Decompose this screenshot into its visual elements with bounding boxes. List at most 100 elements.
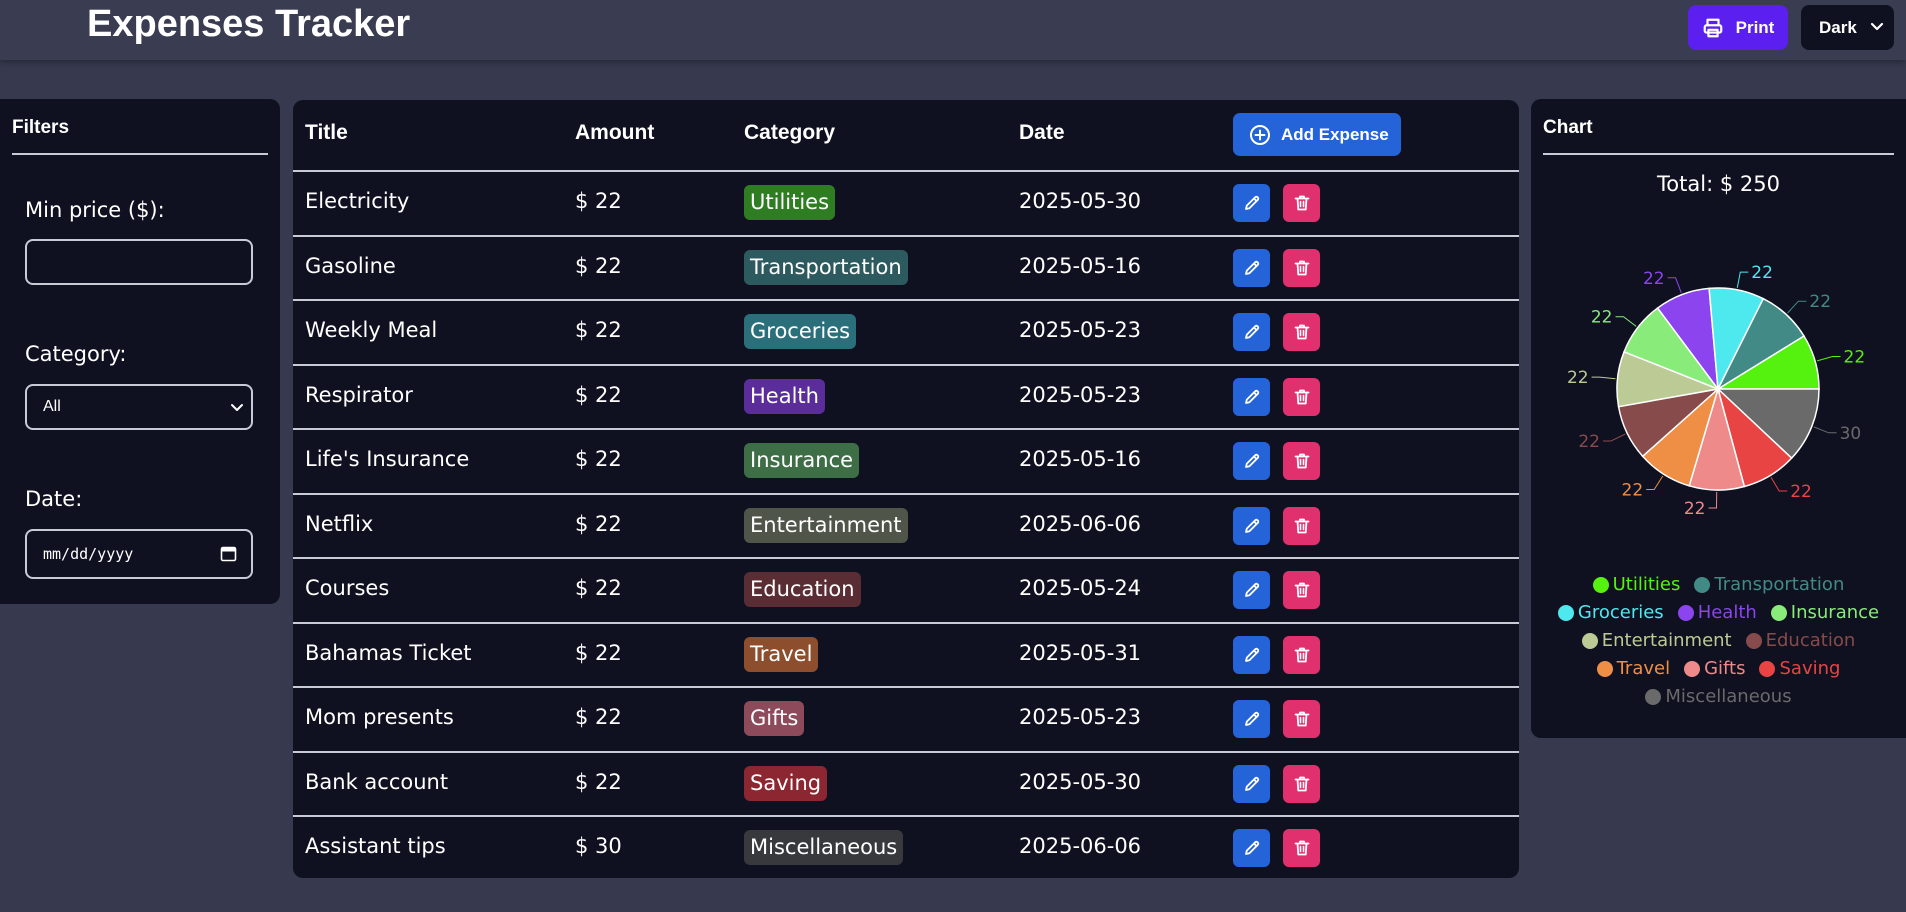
pencil-icon [1244,389,1259,404]
delete-button[interactable] [1283,571,1320,609]
expense-date: 2025-05-23 [1019,705,1142,729]
expense-amount: $ 22 [575,641,622,665]
expense-amount: $ 22 [575,705,622,729]
legend-swatch [1759,660,1776,677]
delete-button[interactable] [1283,765,1320,803]
edit-button[interactable] [1233,378,1270,416]
expense-title: Electricity [305,189,410,213]
table-row: Weekly Meal $ 22 Groceries 2025-05-23 [293,301,1519,363]
edit-button[interactable] [1233,249,1270,287]
pie-data-label: 22 [1684,499,1706,519]
pie-leader-line [1736,271,1749,288]
table-row: Life's Insurance $ 22 Insurance 2025-05-16 [293,430,1519,492]
legend-label: Gifts [1704,658,1746,679]
delete-button[interactable] [1283,249,1320,287]
expenses-pie-chart: 22 30 22 22 22 22 22 22 22 22 22 [1567,263,1866,519]
pencil-icon [1244,518,1259,533]
delete-button[interactable] [1283,184,1320,222]
edit-button[interactable] [1233,442,1270,480]
pie-data-label: 22 [1578,432,1600,452]
delete-button[interactable] [1283,636,1320,674]
pencil-icon [1244,711,1259,726]
legend-item-entertainment[interactable]: Entertainment [1581,630,1732,651]
expense-title: Bahamas Ticket [305,641,472,665]
min-price-input[interactable] [25,239,253,285]
legend-item-travel[interactable]: Travel [1596,658,1670,679]
delete-button[interactable] [1283,313,1320,351]
expense-amount: $ 30 [575,834,622,858]
legend-item-transportation[interactable]: Transportation [1694,574,1844,595]
edit-button[interactable] [1233,507,1270,545]
theme-select-value: Dark [1819,18,1857,37]
category-badge: Miscellaneous [744,830,904,865]
calendar-icon[interactable] [220,545,237,562]
theme-select[interactable]: Dark [1801,5,1894,50]
table-row: Bank account $ 22 Saving 2025-05-30 [293,753,1519,815]
trash-icon [1294,776,1309,792]
legend-item-miscellaneous[interactable]: Miscellaneous [1645,686,1792,707]
category-badge: Health [744,379,825,414]
legend-item-insurance[interactable]: Insurance [1770,602,1879,623]
legend-item-gifts[interactable]: Gifts [1684,658,1745,679]
pie-data-label: 22 [1591,308,1613,328]
expense-title: Respirator [305,383,413,407]
category-filter-value: All [43,398,61,415]
expense-title: Life's Insurance [305,447,470,471]
trash-icon [1294,260,1309,276]
edit-button[interactable] [1233,636,1270,674]
delete-button[interactable] [1283,700,1320,738]
edit-button[interactable] [1233,313,1270,351]
legend-item-health[interactable]: Health [1677,602,1757,623]
app-title: Expenses Tracker [87,3,411,45]
edit-button[interactable] [1233,571,1270,609]
category-filter-select[interactable]: All [25,384,253,430]
trash-icon [1294,453,1309,469]
legend-item-groceries[interactable]: Groceries [1557,602,1664,623]
legend-item-utilities[interactable]: Utilities [1592,574,1680,595]
chevron-down-icon [1870,22,1884,31]
edit-button[interactable] [1233,765,1270,803]
pie-leader-line [1708,491,1718,509]
category-badge: Transportation [744,250,908,285]
category-badge: Saving [744,766,828,801]
delete-button[interactable] [1283,442,1320,480]
expense-amount: $ 22 [575,318,622,342]
date-filter-input[interactable]: mm/dd/yyyy [25,529,253,579]
legend-swatch [1770,604,1787,621]
legend-item-education[interactable]: Education [1745,630,1855,651]
category-badge: Groceries [744,314,857,349]
legend-swatch [1581,632,1598,649]
chart-divider [1543,153,1894,155]
pie-data-label: 22 [1844,348,1866,368]
legend-label: Saving [1779,658,1841,679]
column-header-date: Date [1019,121,1065,144]
expense-date: 2025-05-23 [1019,383,1142,407]
delete-button[interactable] [1283,829,1320,867]
print-button[interactable]: Print [1688,5,1788,50]
expense-amount: $ 22 [575,383,622,407]
legend-swatch [1596,660,1613,677]
legend-swatch [1745,632,1762,649]
category-badge: Entertainment [744,508,908,543]
expense-title: Gasoline [305,254,396,278]
legend-label: Groceries [1577,602,1664,623]
edit-button[interactable] [1233,700,1270,738]
pie-leader-line [1813,426,1837,434]
expense-date: 2025-05-16 [1019,254,1142,278]
expense-amount: $ 22 [575,447,622,471]
edit-button[interactable] [1233,184,1270,222]
legend-label: Transportation [1714,574,1845,595]
legend-swatch [1592,576,1609,593]
add-expense-button[interactable]: Add Expense [1233,113,1401,156]
legend-swatch [1694,576,1711,593]
trash-icon [1294,647,1309,663]
edit-button[interactable] [1233,829,1270,867]
legend-item-saving[interactable]: Saving [1759,658,1840,679]
delete-button[interactable] [1283,507,1320,545]
expense-title: Weekly Meal [305,318,438,342]
pie-leader-line [1770,477,1788,492]
min-price-label: Min price ($): [25,198,165,222]
expense-amount: $ 22 [575,189,622,213]
delete-button[interactable] [1283,378,1320,416]
legend-swatch [1557,604,1574,621]
